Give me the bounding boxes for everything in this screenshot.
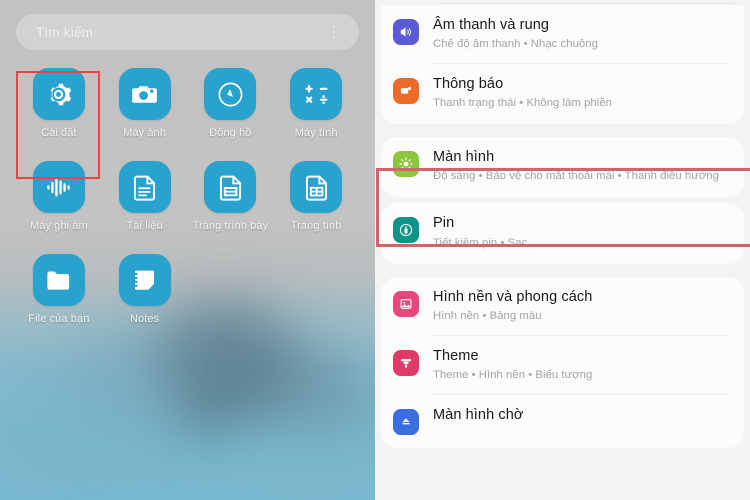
voice-recorder-icon	[32, 161, 85, 213]
settings-row-display[interactable]: Màn hình Độ sáng • Bảo vệ cho mắt thoải …	[381, 137, 744, 195]
app-label: Notes	[130, 313, 160, 325]
app-item-spreadsheet[interactable]: Trang tính	[273, 161, 359, 232]
app-item-documents[interactable]: Tài liệu	[102, 161, 188, 232]
settings-row-subtitle: Chế độ âm thanh • Nhạc chuông	[433, 38, 598, 51]
app-label: Máy tính	[294, 127, 338, 139]
app-grid: Cài đặt Máy ảnh Đồng hồ Máy tính Máy ghi…	[16, 68, 359, 325]
speaker-icon	[393, 19, 419, 45]
camera-icon	[118, 68, 171, 120]
settings-card-group: Hình nền và phong cách Hình nền • Bảng m…	[381, 276, 744, 448]
app-item-notes[interactable]: Notes	[102, 254, 188, 325]
settings-row-title: Pin	[433, 215, 455, 232]
settings-row-subtitle: Tiết kiệm pin • Sạc	[433, 236, 528, 249]
settings-row-subtitle: Thanh trạng thái • Không làm phiền	[433, 97, 612, 110]
settings-card-group: Âm thanh và rung Chế độ âm thanh • Nhạc …	[381, 5, 744, 125]
spreadsheet-icon	[290, 161, 343, 213]
app-label: Máy ảnh	[123, 127, 167, 139]
settings-row-title: Theme	[433, 347, 479, 364]
app-drawer-panel: Tìm kiếm Cài đặt Máy ảnh Đồng hồ Máy tín…	[0, 0, 375, 500]
notes-icon	[118, 254, 171, 306]
settings-row-title: Âm thanh và rung	[433, 17, 550, 33]
app-item-calculator[interactable]: Máy tính	[273, 68, 359, 139]
app-label: File của bạn	[28, 313, 90, 325]
app-item-my-files[interactable]: File của bạn	[16, 254, 102, 325]
wallpaper-icon	[393, 290, 419, 317]
calculator-icon	[290, 68, 343, 120]
settings-card-group: Pin Tiết kiệm pin • Sạc	[381, 203, 744, 264]
clock-icon	[204, 68, 257, 120]
settings-row-title: Hình nền và phong cách	[433, 288, 593, 305]
wallpaper-blur-blob	[60, 330, 190, 440]
brightness-icon	[393, 151, 419, 178]
card-gap	[375, 124, 750, 137]
card-gap	[375, 264, 750, 277]
wallpaper-blur-blob	[255, 345, 375, 455]
more-vertical-icon[interactable]	[321, 19, 347, 45]
settings-row-sound[interactable]: Âm thanh và rung Chế độ âm thanh • Nhạc …	[381, 5, 744, 63]
settings-row-wallpaper[interactable]: Hình nền và phong cách Hình nền • Bảng m…	[381, 277, 744, 335]
folder-icon	[32, 254, 85, 306]
app-item-voice-recorder[interactable]: Máy ghi âm	[16, 161, 102, 232]
search-input[interactable]: Tìm kiếm	[36, 25, 321, 40]
settings-row-subtitle: Theme • Hình nền • Biểu tượng	[433, 368, 593, 381]
wallpaper-blur-blob	[205, 420, 375, 500]
app-label: Tài liệu	[126, 220, 163, 232]
app-label: Máy ghi âm	[29, 220, 88, 232]
gear-icon	[32, 68, 85, 120]
document-icon	[118, 161, 171, 213]
app-item-clock[interactable]: Đồng hồ	[188, 68, 274, 139]
app-item-camera[interactable]: Máy ảnh	[102, 68, 188, 139]
settings-row-lockscreen[interactable]: Màn hình chờ	[381, 395, 744, 446]
theme-brush-icon	[393, 349, 419, 376]
settings-list-panel: Âm thanh và rung Chế độ âm thanh • Nhạc …	[375, 0, 750, 500]
top-divider	[439, 3, 734, 4]
app-label: Trang tính	[290, 220, 342, 232]
settings-row-subtitle: Độ sáng • Bảo vệ cho mắt thoải mái • Tha…	[433, 170, 719, 183]
settings-row-title: Màn hình	[433, 149, 495, 166]
settings-row-notifications[interactable]: Thông báo Thanh trạng thái • Không làm p…	[381, 64, 744, 122]
battery-icon	[393, 217, 419, 244]
notification-icon	[393, 78, 419, 105]
app-label: Đồng hồ	[209, 127, 252, 139]
app-label: Cài đặt	[41, 127, 77, 139]
app-label: Trang trình bày	[192, 220, 269, 232]
settings-row-title: Thông báo	[433, 76, 504, 93]
settings-row-theme[interactable]: Theme Theme • Hình nền • Biểu tượng	[381, 336, 744, 394]
wallpaper-blur-blob	[0, 385, 170, 500]
settings-row-title: Màn hình chờ	[433, 406, 524, 423]
settings-card-group: Màn hình Độ sáng • Bảo vệ cho mắt thoải …	[381, 137, 744, 198]
search-bar[interactable]: Tìm kiếm	[16, 14, 359, 50]
slides-icon	[204, 161, 257, 213]
app-item-slides[interactable]: Trang trình bày	[188, 161, 274, 232]
screenshot-root: Tìm kiếm Cài đặt Máy ảnh Đồng hồ Máy tín…	[0, 0, 750, 500]
lockscreen-icon	[393, 408, 419, 435]
settings-row-subtitle: Hình nền • Bảng màu	[433, 309, 542, 322]
settings-row-battery[interactable]: Pin Tiết kiệm pin • Sạc	[381, 203, 744, 261]
app-item-settings[interactable]: Cài đặt	[16, 68, 102, 139]
